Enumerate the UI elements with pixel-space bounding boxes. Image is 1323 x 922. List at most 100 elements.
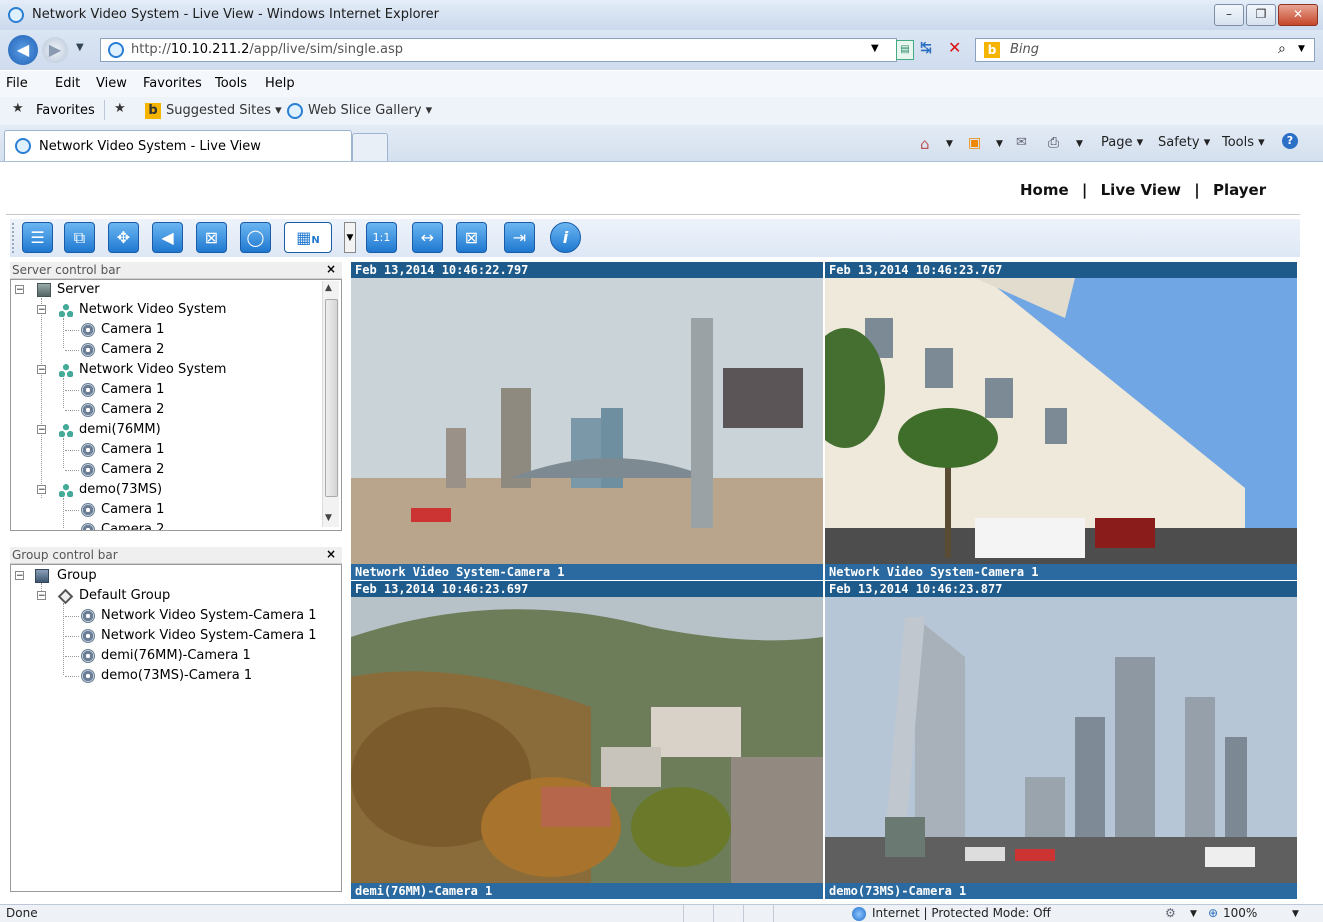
history-dropdown-icon[interactable]: ▼ bbox=[76, 42, 84, 53]
back-button[interactable]: ◀ bbox=[8, 35, 38, 65]
collapse-icon[interactable]: − bbox=[37, 365, 46, 375]
tree-item-label: Server bbox=[57, 282, 100, 297]
one-to-one-icon[interactable]: 1:1 bbox=[366, 222, 397, 253]
security-zone[interactable]: Internet | Protected Mode: Off bbox=[872, 906, 1051, 920]
ptz-icon[interactable]: ✥ bbox=[108, 222, 139, 253]
network-video-system-icon bbox=[59, 303, 73, 317]
player-link[interactable]: Player bbox=[1213, 181, 1266, 199]
nav-sep-1: | bbox=[1081, 181, 1088, 199]
live-view-link[interactable]: Live View bbox=[1101, 181, 1181, 199]
feeds-dropdown-icon[interactable]: ▼ bbox=[996, 139, 1003, 149]
server-panel-header: Server control bar × bbox=[10, 262, 342, 279]
layout-label: N bbox=[311, 235, 320, 246]
address-dropdown-icon[interactable]: ▼ bbox=[871, 43, 879, 54]
collapse-icon[interactable]: − bbox=[15, 285, 24, 295]
protected-mode-icon[interactable]: ⚙ bbox=[1165, 906, 1176, 920]
server-panel-title: Server control bar bbox=[12, 263, 121, 277]
refresh-view-icon[interactable]: ◯ bbox=[240, 222, 271, 253]
mail-icon[interactable]: ✉ bbox=[1016, 135, 1027, 150]
camera-icon bbox=[81, 609, 95, 623]
video-feed-image bbox=[825, 597, 1297, 883]
server-tree-scrollbar[interactable]: ▲ ▼ bbox=[322, 281, 339, 527]
address-input[interactable]: http://10.10.211.2/app/live/sim/single.a… bbox=[100, 38, 897, 62]
protected-dropdown-icon[interactable]: ▼ bbox=[1190, 909, 1197, 919]
add-favorites-icon[interactable]: ★ bbox=[114, 101, 126, 116]
menu-help[interactable]: Help bbox=[265, 76, 295, 91]
layout-grid-icon[interactable]: ▦N bbox=[284, 222, 332, 253]
video-caption: Network Video System-Camera 1 bbox=[351, 564, 823, 580]
layout-dropdown-icon[interactable]: ▼ bbox=[344, 222, 356, 253]
menu-view[interactable]: View bbox=[96, 76, 127, 91]
collapse-icon[interactable]: − bbox=[37, 305, 46, 315]
scroll-up-icon[interactable]: ▲ bbox=[325, 283, 332, 293]
video-feed-image bbox=[351, 597, 823, 883]
search-input[interactable]: b Bing ⌕ ▼ bbox=[975, 38, 1315, 62]
help-icon[interactable]: ? bbox=[1282, 133, 1298, 149]
info-icon[interactable]: i bbox=[550, 222, 581, 253]
forward-button[interactable]: ▶ bbox=[42, 37, 68, 63]
page-icon bbox=[108, 42, 124, 58]
refresh-icon[interactable]: ↹ bbox=[920, 40, 932, 56]
home-icon[interactable]: ⌂ bbox=[920, 135, 930, 153]
server-tree-icon[interactable]: ☰ bbox=[22, 222, 53, 253]
maximize-button[interactable]: ❐ bbox=[1246, 4, 1276, 26]
close-button[interactable]: ✕ bbox=[1278, 4, 1318, 26]
group-panel-close-icon[interactable]: × bbox=[326, 547, 336, 561]
search-dropdown-icon[interactable]: ▼ bbox=[1298, 44, 1305, 54]
menu-file[interactable]: File bbox=[6, 76, 28, 91]
video-tile-3[interactable]: Feb 13,2014 10:46:23.697 demi(76MM)-Came… bbox=[351, 581, 823, 899]
collapse-icon[interactable]: − bbox=[37, 425, 46, 435]
tree-item-label: Network Video System bbox=[79, 302, 227, 317]
video-tile-1[interactable]: Feb 13,2014 10:46:22.797 Network Video S… bbox=[351, 262, 823, 580]
menu-tools[interactable]: Tools bbox=[215, 76, 247, 91]
menu-favorites[interactable]: Favorites bbox=[143, 76, 202, 91]
server-panel-close-icon[interactable]: × bbox=[326, 262, 336, 276]
compat-view-icon[interactable]: ▤ bbox=[896, 40, 914, 60]
minimize-button[interactable]: – bbox=[1214, 4, 1244, 26]
scroll-down-icon[interactable]: ▼ bbox=[325, 513, 332, 523]
suggested-sites-link[interactable]: Suggested Sites ▾ bbox=[166, 103, 282, 118]
camera-icon bbox=[81, 343, 95, 357]
video-timestamp: Feb 13,2014 10:46:22.797 bbox=[351, 262, 823, 278]
new-tab-button[interactable] bbox=[352, 133, 388, 161]
tree-item-label: demo(73MS) bbox=[79, 482, 163, 497]
safety-menu[interactable]: Safety ▾ bbox=[1158, 135, 1210, 150]
fullscreen-icon[interactable]: ⊠ bbox=[196, 222, 227, 253]
feeds-icon[interactable]: ▣ bbox=[968, 135, 981, 151]
page-menu[interactable]: Page ▾ bbox=[1101, 135, 1143, 150]
collapse-icon[interactable]: − bbox=[15, 571, 24, 581]
print-icon[interactable]: ⎙ bbox=[1048, 135, 1059, 151]
default-group-icon bbox=[57, 588, 74, 605]
video-tile-4[interactable]: Feb 13,2014 10:46:23.877 demo(73MS)-Came… bbox=[825, 581, 1297, 899]
camera-icon bbox=[81, 523, 95, 530]
collapse-icon[interactable]: − bbox=[37, 485, 46, 495]
favorites-button[interactable]: Favorites bbox=[36, 103, 95, 118]
home-link[interactable]: Home bbox=[1020, 181, 1069, 199]
zoom-level[interactable]: 100% bbox=[1223, 906, 1257, 920]
tools-menu[interactable]: Tools ▾ bbox=[1222, 135, 1265, 150]
collapse-icon[interactable]: − bbox=[37, 591, 46, 601]
tab-live-view[interactable]: Network Video System - Live View bbox=[4, 130, 352, 161]
group-tree-icon[interactable]: ⧉ bbox=[64, 222, 95, 253]
scroll-thumb[interactable] bbox=[325, 299, 338, 497]
fit-width-icon[interactable]: ↔ bbox=[412, 222, 443, 253]
audio-icon[interactable]: ◀ bbox=[152, 222, 183, 253]
web-slice-gallery-link[interactable]: Web Slice Gallery ▾ bbox=[308, 103, 432, 118]
network-video-system-icon bbox=[59, 483, 73, 497]
tree-item-label: Camera 2 bbox=[101, 462, 165, 477]
search-icon[interactable]: ⌕ bbox=[1278, 41, 1286, 57]
print-dropdown-icon[interactable]: ▼ bbox=[1076, 139, 1083, 149]
ie-logo-icon bbox=[8, 7, 24, 23]
snapshot-icon[interactable]: ⇥ bbox=[504, 222, 535, 253]
home-dropdown-icon[interactable]: ▼ bbox=[946, 139, 953, 149]
group-panel-title: Group control bar bbox=[12, 548, 118, 562]
status-divider bbox=[713, 905, 714, 922]
stop-icon[interactable]: ✕ bbox=[948, 38, 961, 57]
video-tile-2[interactable]: Feb 13,2014 10:46:23.767 Network Video S… bbox=[825, 262, 1297, 580]
camera-icon bbox=[81, 503, 95, 517]
stretch-icon[interactable]: ⊠ bbox=[456, 222, 487, 253]
tree-item-label: demi(76MM)-Camera 1 bbox=[101, 648, 251, 663]
zoom-dropdown-icon[interactable]: ▼ bbox=[1292, 909, 1299, 919]
tree-item-label: Camera 1 bbox=[101, 502, 165, 517]
menu-edit[interactable]: Edit bbox=[55, 76, 80, 91]
